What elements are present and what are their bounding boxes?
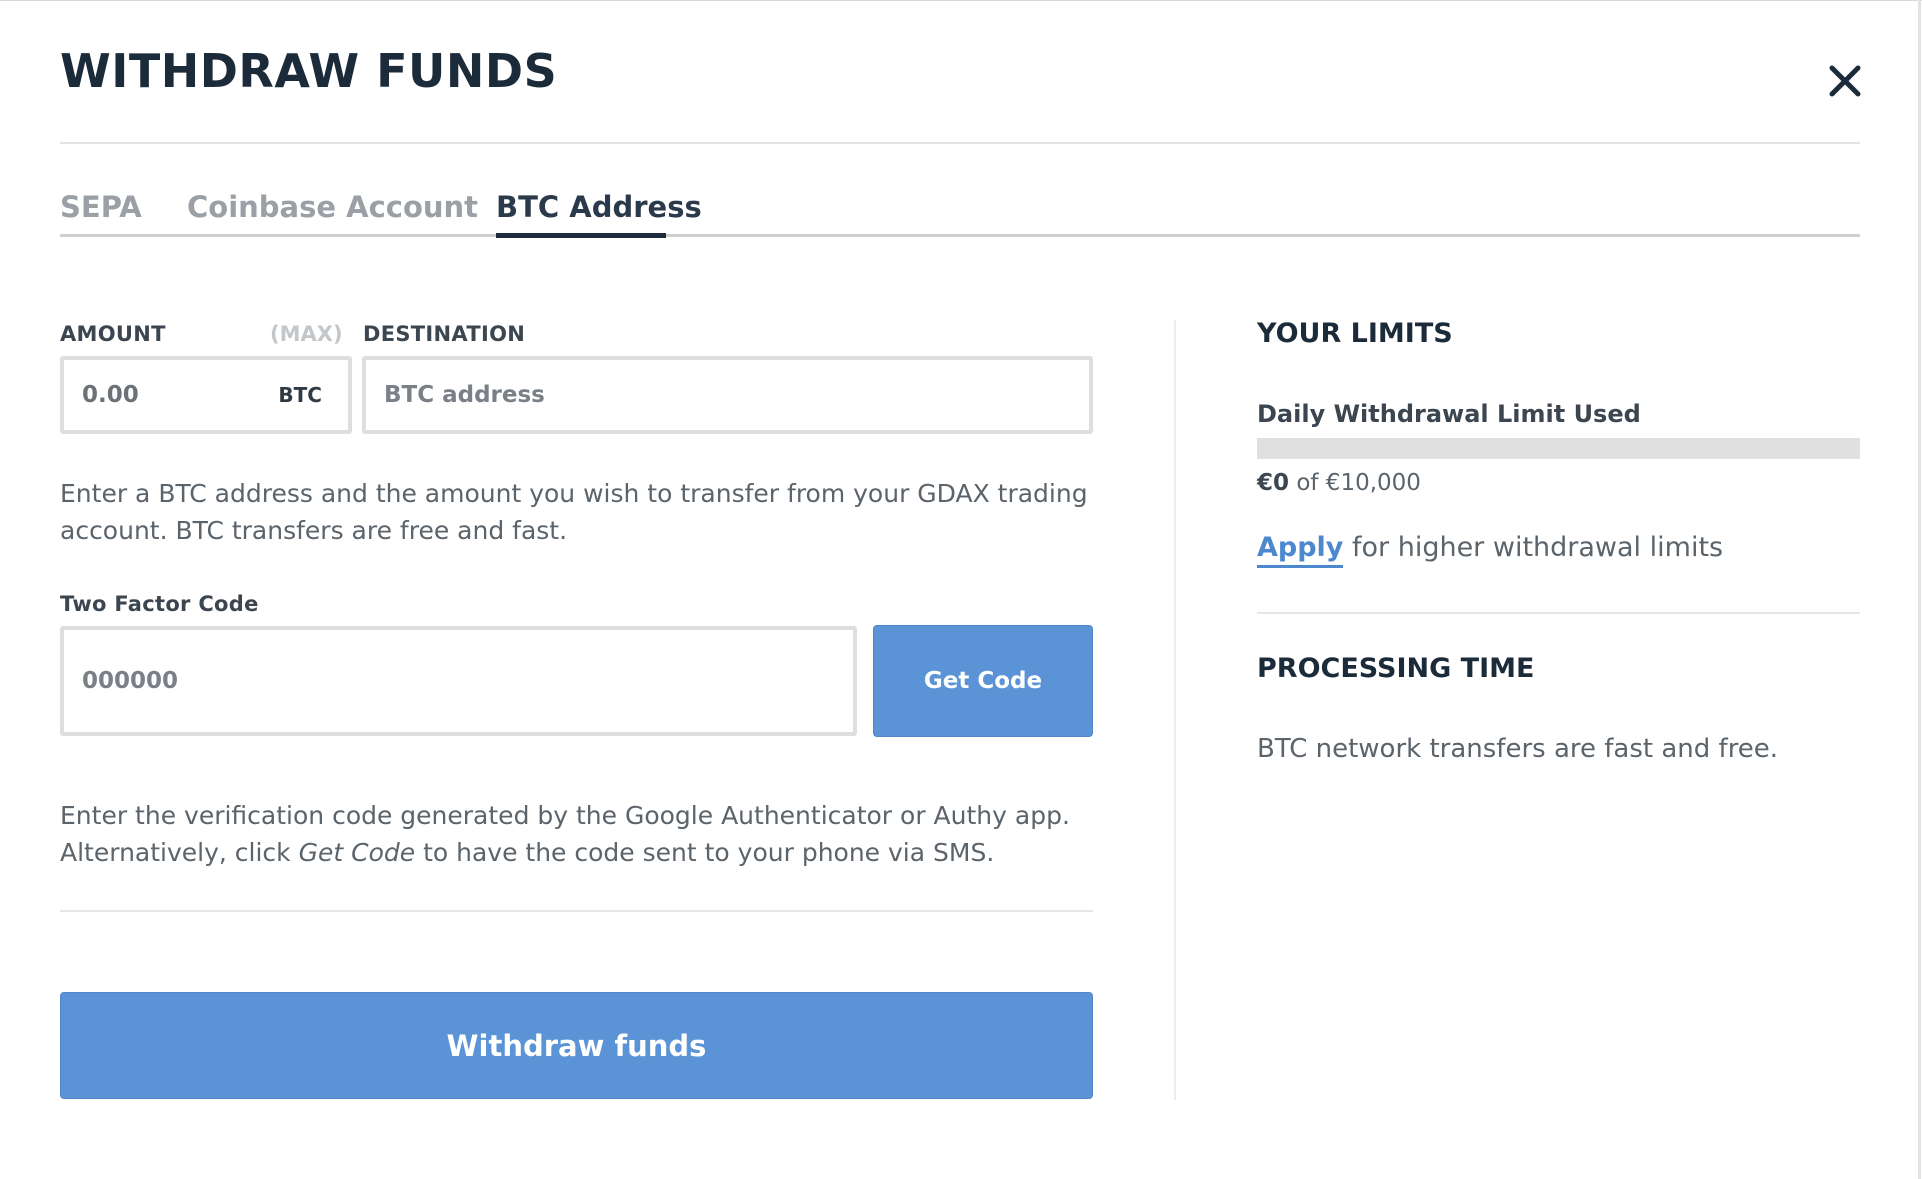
max-amount-link[interactable]: (MAX) xyxy=(270,322,343,346)
limit-used-amount: €0 xyxy=(1257,470,1290,496)
form-divider xyxy=(60,910,1093,912)
amount-label: AMOUNT xyxy=(60,322,166,346)
destination-input[interactable] xyxy=(384,360,1064,430)
tab-sepa[interactable]: SEPA xyxy=(60,190,142,234)
apply-limits-line: Apply for higher withdrawal limits xyxy=(1257,532,1724,568)
modal-top-edge xyxy=(0,0,1922,1)
amount-input[interactable] xyxy=(82,360,272,430)
verification-help-part2: to have the code sent to your phone via … xyxy=(423,838,995,867)
two-factor-label: Two Factor Code xyxy=(60,592,259,616)
close-icon[interactable] xyxy=(1826,62,1864,100)
destination-field-box xyxy=(362,356,1093,434)
destination-label: DESTINATION xyxy=(363,322,526,346)
daily-limit-amount: €0 of €10,000 xyxy=(1257,470,1421,496)
modal-title: WITHDRAW FUNDS xyxy=(60,44,558,98)
column-divider xyxy=(1174,320,1176,1100)
limit-total-text: of €10,000 xyxy=(1296,470,1421,496)
two-factor-input[interactable] xyxy=(82,630,822,732)
tabs-baseline xyxy=(60,234,1860,237)
apply-text: for higher withdrawal limits xyxy=(1352,532,1724,563)
scrollbar-edge xyxy=(1918,0,1921,1179)
tab-btc-address[interactable]: BTC Address xyxy=(496,190,702,234)
daily-limit-label: Daily Withdrawal Limit Used xyxy=(1257,400,1641,428)
apply-link[interactable]: Apply xyxy=(1257,532,1344,568)
transfer-help-text: Enter a BTC address and the amount you w… xyxy=(60,479,1088,545)
processing-time-text: BTC network transfers are fast and free. xyxy=(1257,734,1779,764)
withdraw-funds-button[interactable]: Withdraw funds xyxy=(60,992,1093,1099)
get-code-button[interactable]: Get Code xyxy=(873,625,1093,737)
sidebar-divider xyxy=(1257,612,1860,614)
amount-field-box: BTC xyxy=(60,356,352,434)
verification-help-text: Enter the verification code generated by… xyxy=(60,797,1100,871)
daily-limit-progress-bar xyxy=(1257,438,1860,459)
active-tab-indicator xyxy=(496,233,666,238)
tab-coinbase-account[interactable]: Coinbase Account xyxy=(187,190,478,234)
header-divider xyxy=(60,142,1860,144)
withdraw-funds-modal: WITHDRAW FUNDS SEPA Coinbase Account BTC… xyxy=(0,0,1922,1179)
amount-unit: BTC xyxy=(278,383,322,407)
processing-time-heading: PROCESSING TIME xyxy=(1257,653,1535,684)
your-limits-heading: YOUR LIMITS xyxy=(1257,318,1453,349)
two-factor-field-box xyxy=(60,626,857,736)
verification-help-get-code: Get Code xyxy=(298,838,416,867)
